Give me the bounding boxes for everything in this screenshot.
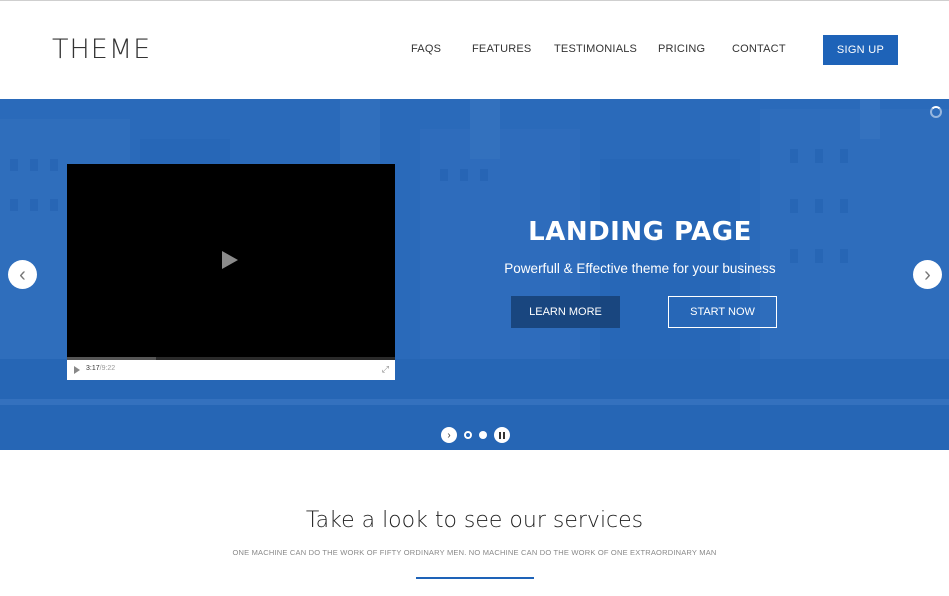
fullscreen-icon[interactable]: ⤢: [382, 364, 389, 375]
sign-up-button[interactable]: SIGN UP: [823, 35, 898, 65]
services-title: Take a look to see our services: [305, 508, 644, 533]
video-player[interactable]: 3:17/9:22 ⤢: [67, 164, 395, 380]
control-play-icon[interactable]: [74, 366, 80, 374]
slide-dot-2[interactable]: [479, 431, 487, 439]
hero-title: LANDING PAGE: [528, 217, 752, 247]
site-header: THEME FAQS FEATURES TESTIMONIALS PRICING…: [0, 1, 949, 99]
hero-slider: ‹ › 3:17/9:22 ⤢ LANDING PAGE Powerfull &…: [0, 99, 949, 450]
main-nav: FAQS FEATURES TESTIMONIALS PRICING CONTA…: [0, 43, 949, 59]
slide-dot-1[interactable]: [464, 431, 472, 439]
slider-next-icon[interactable]: ›: [441, 427, 457, 443]
chevron-left-icon[interactable]: ‹: [8, 260, 37, 289]
nav-item-contact[interactable]: CONTACT: [732, 43, 786, 55]
learn-more-button[interactable]: LEARN MORE: [511, 296, 620, 328]
nav-item-testimonials[interactable]: TESTIMONIALS: [554, 43, 637, 55]
services-section: Take a look to see our services ONE MACH…: [0, 450, 949, 596]
services-subtitle: ONE MACHINE CAN DO THE WORK OF FIFTY ORD…: [232, 548, 717, 557]
chevron-right-icon[interactable]: ›: [913, 260, 942, 289]
nav-item-faqs[interactable]: FAQS: [411, 43, 441, 55]
nav-item-pricing[interactable]: PRICING: [658, 43, 705, 55]
slider-pagination: ›: [441, 427, 521, 443]
start-now-button[interactable]: START NOW: [668, 296, 777, 328]
duration: /9:22: [99, 365, 116, 372]
loading-spinner-icon: [930, 106, 942, 118]
play-icon[interactable]: [222, 251, 238, 269]
video-controls: 3:17/9:22 ⤢: [67, 360, 395, 380]
current-time: 3:17: [86, 365, 100, 372]
hero-subtitle: Powerfull & Effective theme for your bus…: [504, 261, 776, 276]
nav-item-features[interactable]: FEATURES: [472, 43, 531, 55]
section-divider: [416, 577, 534, 579]
video-time: 3:17/9:22: [86, 365, 115, 372]
pause-icon[interactable]: [494, 427, 510, 443]
